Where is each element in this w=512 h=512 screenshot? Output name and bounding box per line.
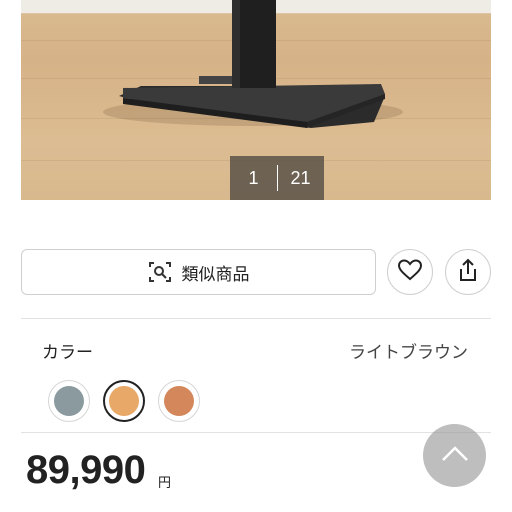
image-search-icon [148, 260, 172, 284]
price-currency: 円 [158, 476, 172, 491]
section-divider [21, 318, 491, 319]
color-swatch-brown[interactable] [158, 380, 200, 422]
color-label: カラー [42, 343, 93, 363]
pager-current: 1 [248, 167, 259, 188]
color-swatch-gray[interactable] [48, 380, 90, 422]
pager-total: 21 [290, 167, 311, 188]
color-swatch-light-brown[interactable] [103, 380, 145, 422]
share-icon [456, 257, 480, 287]
similar-products-button[interactable]: 類似商品 [21, 249, 376, 295]
scroll-to-top-button[interactable] [423, 424, 486, 487]
swatch-fill [54, 386, 84, 416]
selected-color-name: ライトブラウン [349, 343, 468, 363]
share-button[interactable] [445, 249, 491, 295]
chevron-up-icon [440, 445, 470, 467]
similar-products-label: 類似商品 [181, 264, 250, 285]
swatch-fill [109, 386, 139, 416]
image-pager: 1 21 [230, 156, 324, 200]
section-divider [21, 432, 491, 433]
price-amount: 89,990 [26, 448, 146, 492]
product-image[interactable]: 1 21 [21, 0, 491, 200]
heart-icon [397, 258, 423, 286]
swatch-fill [164, 386, 194, 416]
favorite-button[interactable] [387, 249, 433, 295]
